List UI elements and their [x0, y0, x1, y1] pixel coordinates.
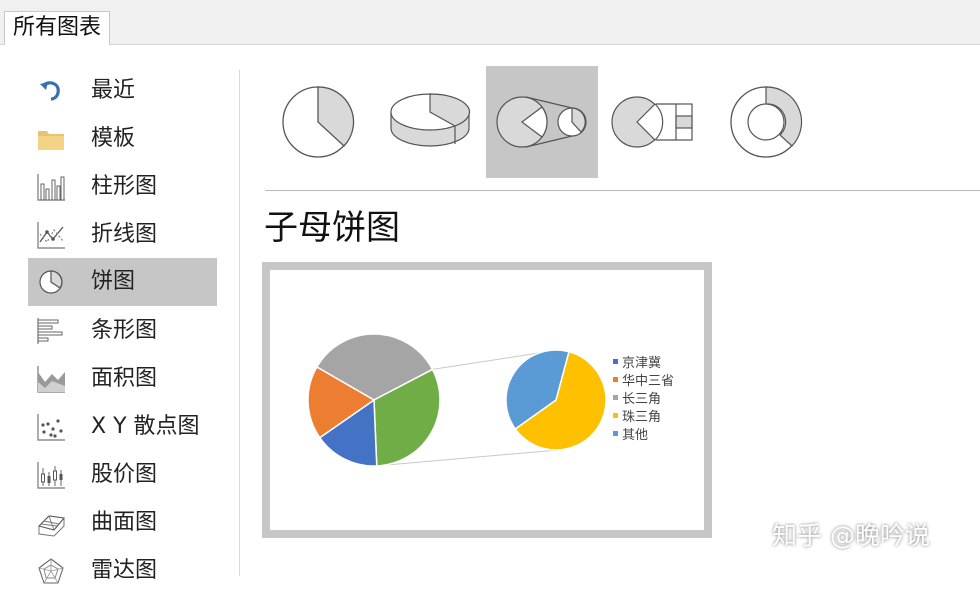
- legend-swatch: [613, 395, 618, 400]
- folder-icon: [38, 131, 64, 150]
- dialog-header: 所有图表: [0, 0, 980, 45]
- sidebar-item-label: 模板: [91, 126, 136, 151]
- sidebar-item-radar[interactable]: 雷达图: [28, 547, 217, 595]
- main-pie: [307, 333, 441, 467]
- bar-chart-icon: [37, 318, 63, 344]
- sidebar-item-label: 曲面图: [91, 510, 158, 535]
- sidebar-item-label: 柱形图: [91, 174, 158, 199]
- sidebar-item-column[interactable]: 柱形图: [28, 163, 217, 211]
- subtype-bar-of-pie[interactable]: [598, 66, 710, 178]
- legend-swatch: [613, 431, 618, 436]
- secondary-pie: [505, 349, 607, 451]
- pie-icon: [282, 86, 355, 158]
- sidebar-item-stock[interactable]: 股价图: [28, 451, 217, 499]
- sidebar-item-label: 面积图: [91, 366, 158, 391]
- sidebar-item-templates[interactable]: 模板: [28, 115, 217, 163]
- pie-of-pie-chart: 京津冀华中三省长三角珠三角其他: [307, 333, 674, 467]
- undo-arrow-icon: [40, 81, 60, 101]
- doughnut-icon: [730, 86, 803, 158]
- pie-subtype-gallery: [266, 66, 826, 178]
- sidebar-item-recent[interactable]: 最近: [28, 67, 217, 115]
- subtype-doughnut[interactable]: [710, 66, 822, 178]
- legend-label: 长三角: [622, 392, 661, 407]
- legend-label: 珠三角: [622, 410, 661, 425]
- sidebar-item-label: 条形图: [91, 318, 158, 343]
- line-chart-icon: [37, 222, 65, 249]
- sidebar-item-label: 股价图: [91, 462, 158, 487]
- watermark: 知乎 @晚吟说: [772, 521, 930, 550]
- legend-label: 华中三省: [622, 374, 674, 389]
- legend-swatch: [613, 377, 618, 382]
- sidebar-item-label: X Y 散点图: [91, 414, 200, 439]
- tab-all-charts[interactable]: 所有图表: [4, 11, 111, 45]
- subtype-3d-pie[interactable]: [377, 66, 489, 178]
- sidebar-item-surface[interactable]: 曲面图: [28, 499, 217, 547]
- pie-chart-icon: [39, 270, 63, 294]
- stock-chart-icon: [37, 462, 65, 489]
- legend-swatch: [613, 413, 618, 418]
- legend-label: 京津冀: [622, 355, 661, 371]
- chart-type-sidebar: 最近 模板 柱形图 折线图 饼图 条形图 面积图 X Y 散点图 股价图 曲面图…: [0, 46, 240, 584]
- subtype-pie-of-pie[interactable]: [486, 66, 598, 178]
- legend: 京津冀华中三省长三角珠三角其他: [613, 355, 674, 443]
- radar-chart-icon: [38, 558, 64, 584]
- sidebar-item-scatter[interactable]: X Y 散点图: [28, 403, 217, 451]
- scatter-chart-icon: [37, 414, 65, 441]
- sidebar-item-label: 饼图: [91, 269, 136, 294]
- surface-chart-icon: [37, 515, 66, 537]
- sidebar-item-label: 折线图: [91, 222, 158, 247]
- sidebar-item-pie[interactable]: 饼图: [28, 258, 217, 306]
- gallery-divider: [265, 190, 980, 191]
- pie-of-pie-icon: [496, 96, 587, 148]
- chart-subtype-title: 子母饼图: [264, 208, 400, 248]
- 3d-pie-icon: [390, 93, 471, 147]
- subtype-pie[interactable]: [266, 66, 378, 178]
- sidebar-item-bar[interactable]: 条形图: [28, 307, 217, 355]
- sidebar-item-label: 雷达图: [91, 558, 158, 583]
- area-chart-icon: [37, 366, 65, 393]
- sidebar-item-area[interactable]: 面积图: [28, 355, 217, 403]
- chart-preview[interactable]: 京津冀华中三省长三角珠三角其他: [262, 262, 712, 538]
- column-chart-icon: [37, 174, 65, 201]
- legend-label: 其他: [622, 428, 648, 443]
- bar-of-pie-icon: [611, 96, 693, 148]
- legend-swatch: [613, 359, 618, 364]
- sidebar-item-label: 最近: [91, 78, 136, 103]
- sidebar-item-line[interactable]: 折线图: [28, 211, 217, 259]
